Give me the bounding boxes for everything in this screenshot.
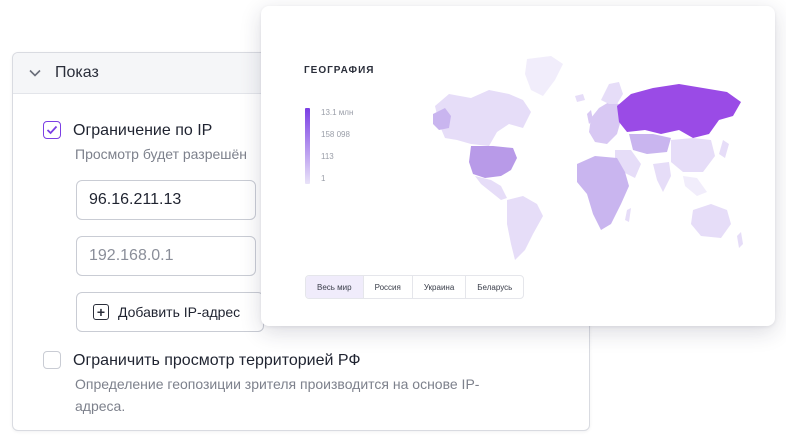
- region-mexico: [475, 176, 507, 200]
- region-india: [653, 162, 671, 192]
- ip-restriction-hint: Просмотр будет разрешён: [75, 146, 248, 162]
- add-ip-button-label: Добавить IP-адрес: [118, 304, 241, 320]
- scale-label-max: 13.1 млн: [321, 108, 354, 117]
- region-africa: [577, 156, 629, 230]
- ip-restriction-checkbox[interactable]: [43, 121, 61, 139]
- tab-world[interactable]: Весь мир: [306, 276, 364, 298]
- panel-title: Показ: [55, 64, 99, 81]
- region-usa: [469, 146, 517, 178]
- add-ip-button[interactable]: + Добавить IP-адрес: [76, 292, 264, 332]
- rf-restriction-label: Ограничить просмотр территорией РФ: [73, 352, 361, 369]
- region-central-asia: [629, 134, 671, 154]
- region-se-asia: [683, 176, 707, 196]
- ip-restriction-option[interactable]: Ограничение по IP: [43, 121, 212, 141]
- world-map[interactable]: [431, 54, 746, 264]
- rf-restriction-checkbox[interactable]: [43, 351, 61, 369]
- ip-address-field-1[interactable]: [76, 180, 256, 220]
- region-scandinavia: [601, 82, 623, 104]
- scale-label-3: 113: [321, 152, 334, 161]
- region-new-zealand: [737, 232, 743, 248]
- check-icon: [46, 125, 58, 135]
- geography-title: ГЕОГРАФИЯ: [304, 65, 375, 76]
- scale-label-min: 1: [321, 174, 326, 183]
- region-tabs: Весь мир Россия Украина Беларусь: [305, 275, 525, 299]
- ip-address-field-2[interactable]: [76, 236, 256, 276]
- region-japan: [719, 140, 729, 158]
- region-south-america: [507, 196, 543, 260]
- region-iceland: [575, 94, 585, 102]
- rf-restriction-hint-line2: адреса.: [75, 398, 126, 414]
- region-china: [671, 138, 715, 172]
- tab-ukraine[interactable]: Украина: [413, 276, 467, 298]
- rf-restriction-option[interactable]: Ограничить просмотр территорией РФ: [43, 351, 361, 371]
- ip-restriction-label: Ограничение по IP: [73, 122, 213, 139]
- plus-square-icon: +: [93, 304, 109, 320]
- chevron-down-icon[interactable]: [29, 66, 43, 80]
- region-russia: [617, 84, 741, 138]
- rf-restriction-hint-line1: Определение геопозиции зрителя производи…: [75, 376, 480, 392]
- region-australia: [691, 204, 731, 238]
- region-madagascar: [625, 208, 631, 222]
- region-europe: [589, 102, 621, 144]
- tab-belarus[interactable]: Беларусь: [466, 276, 523, 298]
- scale-label-2: 158 098: [321, 130, 350, 139]
- color-scale-bar: [305, 108, 310, 184]
- region-greenland: [525, 56, 563, 96]
- geography-card: ГЕОГРАФИЯ 13.1 млн 158 098 113 1 Весь ми…: [261, 6, 775, 326]
- tab-russia[interactable]: Россия: [364, 276, 413, 298]
